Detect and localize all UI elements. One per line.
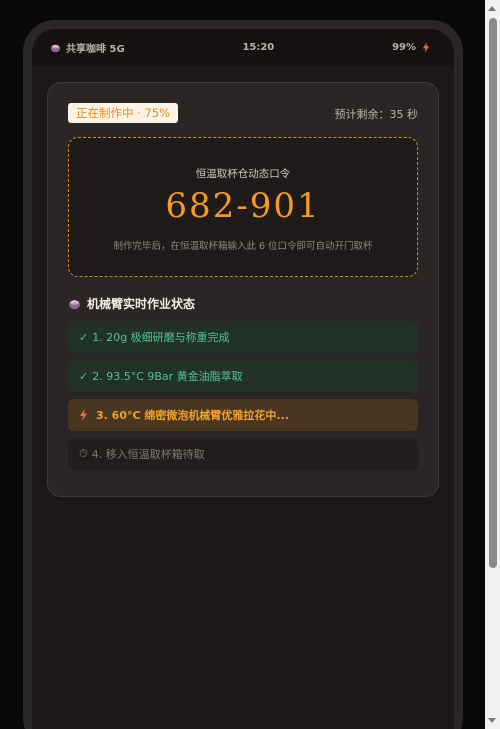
check-icon: ✓ bbox=[79, 330, 89, 344]
step-label: 1. 20g 极细研磨与称重完成 bbox=[92, 331, 230, 344]
vertical-scrollbar[interactable] bbox=[485, 0, 500, 729]
bolt-icon bbox=[79, 409, 88, 421]
status-time: 15:20 bbox=[242, 42, 275, 53]
pickup-code-title: 恒温取杯仓动态口令 bbox=[195, 168, 291, 180]
step-extract: ✓ 2. 93.5°C 9Bar 黄金油脂萃取 bbox=[68, 360, 418, 392]
step-label: 2. 93.5°C 9Bar 黄金油脂萃取 bbox=[92, 370, 243, 383]
progress-badge: 正在制作中 · 75% bbox=[68, 103, 179, 123]
status-bar: 共享咖啡 5G 15:20 99% bbox=[32, 29, 454, 66]
scroll-thumb[interactable] bbox=[489, 18, 497, 568]
step-label: 3. 60°C 绵密微泡机械臂优雅拉花中... bbox=[96, 409, 289, 422]
status-right: 99% bbox=[392, 42, 430, 53]
coffee-cup-icon bbox=[69, 300, 80, 310]
scroll-up-icon[interactable] bbox=[488, 6, 496, 11]
order-status-card: 正在制作中 · 75% 预计剩余：35 秒 恒温取杯仓动态口令 682-901 … bbox=[47, 82, 439, 497]
status-left: 共享咖啡 5G bbox=[50, 40, 125, 55]
charging-bolt-icon bbox=[422, 42, 430, 53]
step-grind: ✓ 1. 20g 极细研磨与称重完成 bbox=[68, 321, 418, 353]
stopwatch-icon: ⏱ bbox=[79, 447, 88, 460]
check-icon: ✓ bbox=[79, 369, 89, 383]
step-label: 4. 移入恒温取杯箱待取 bbox=[91, 448, 205, 461]
step-latte-art: 3. 60°C 绵密微泡机械臂优雅拉花中... bbox=[68, 399, 418, 431]
robot-section-label: 机械臂实时作业状态 bbox=[87, 297, 196, 311]
step-pickup-box: ⏱ 4. 移入恒温取杯箱待取 bbox=[68, 438, 418, 470]
coffee-cup-icon bbox=[50, 44, 61, 53]
phone-frame: 共享咖啡 5G 15:20 99% 正在制作中 · 75% 预计剩余：35 秒 … bbox=[23, 20, 463, 729]
scroll-down-icon[interactable] bbox=[488, 718, 496, 723]
pickup-code: 682-901 bbox=[165, 186, 321, 226]
pickup-code-hint: 制作完毕后，在恒温取杯箱输入此 6 位口令即可自动开门取杯 bbox=[113, 241, 373, 252]
app-carrier-label: 共享咖啡 5G bbox=[66, 44, 125, 55]
eta-label: 预计剩余：35 秒 bbox=[334, 108, 419, 121]
battery-percent: 99% bbox=[392, 42, 416, 53]
phone-screen: 共享咖啡 5G 15:20 99% 正在制作中 · 75% 预计剩余：35 秒 … bbox=[32, 29, 454, 729]
pickup-code-box: 恒温取杯仓动态口令 682-901 制作完毕后，在恒温取杯箱输入此 6 位口令即… bbox=[68, 137, 418, 277]
robot-section-title: 机械臂实时作业状态 bbox=[68, 295, 195, 312]
